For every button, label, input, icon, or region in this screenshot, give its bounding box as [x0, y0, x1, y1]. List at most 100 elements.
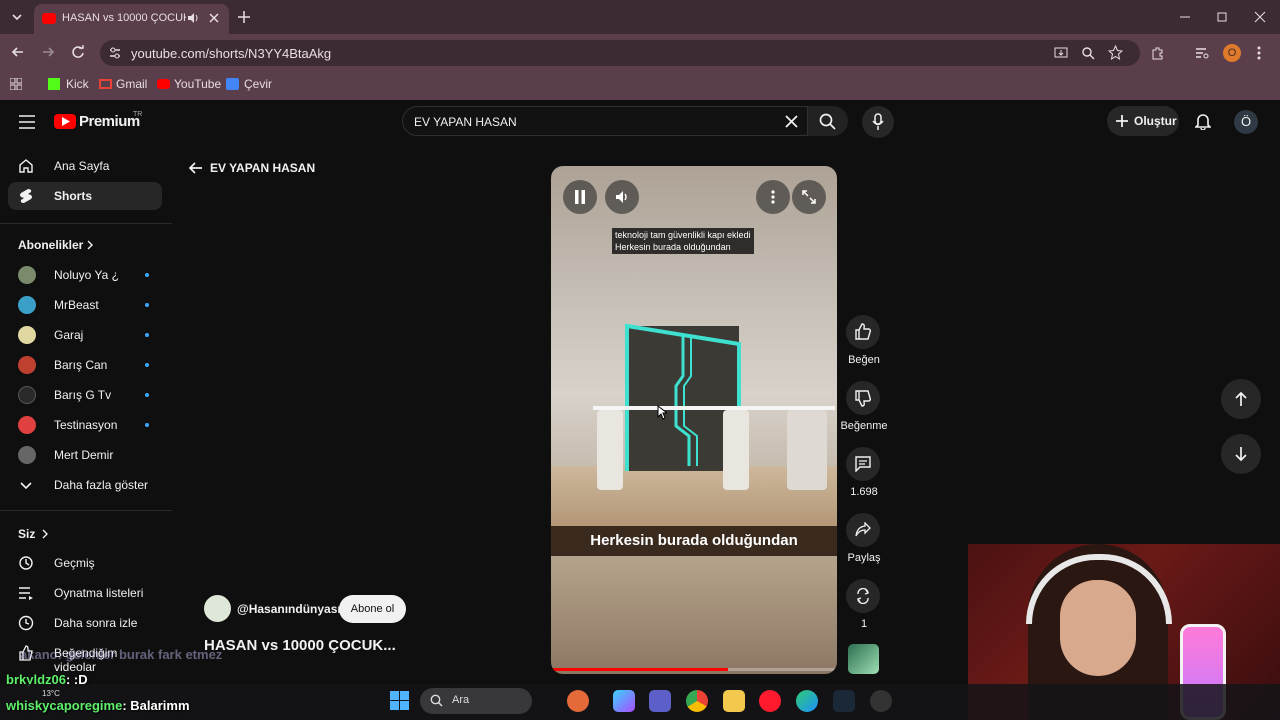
video-subtitle: Herkesin burada olduğundan: [590, 532, 798, 549]
voice-search-button[interactable]: [862, 106, 894, 138]
sidebar-item-label: Mert Demir: [54, 448, 114, 462]
search-box[interactable]: EV YAPAN HASAN: [402, 106, 808, 136]
pause-button[interactable]: [563, 180, 597, 214]
sidebar-item-shorts[interactable]: Shorts: [8, 182, 162, 210]
video-title: HASAN vs 10000 ÇOCUK...: [204, 637, 396, 654]
window-restore-button[interactable]: [1215, 10, 1229, 24]
taskbar-app-icon[interactable]: [870, 690, 892, 712]
create-button[interactable]: Oluştur: [1107, 106, 1179, 136]
sidebar-item-subscription[interactable]: Barış Can: [8, 351, 162, 379]
sidebar-item-history[interactable]: Geçmiş: [8, 549, 162, 577]
chrome-menu-icon[interactable]: [1256, 45, 1262, 61]
site-info-icon[interactable]: [108, 46, 122, 60]
zoom-icon[interactable]: [1081, 46, 1095, 60]
taskbar-app-icon[interactable]: [613, 690, 635, 712]
gmail-logo-icon: [99, 79, 112, 89]
opera-icon[interactable]: [759, 690, 781, 712]
sidebar-item-subscription[interactable]: Garaj: [8, 321, 162, 349]
video-caption-top: teknoloji tam güvenlikli kapı ekledi Her…: [612, 228, 754, 254]
taskbar-app-icon[interactable]: [567, 690, 589, 712]
video-subtitle-bar: Herkesin burada olduğundan: [551, 526, 837, 556]
bookmark-star-icon[interactable]: [1108, 45, 1123, 60]
clear-search-icon[interactable]: [785, 115, 798, 128]
edge-icon[interactable]: [796, 690, 818, 712]
kick-logo-icon: [48, 78, 60, 90]
tab-audio-icon[interactable]: [186, 11, 200, 25]
chrome-icon[interactable]: [686, 690, 708, 712]
dislike-button[interactable]: [846, 381, 880, 415]
weather-widget[interactable]: 13°C: [42, 689, 60, 698]
channel-name[interactable]: @Hasanındünyası: [237, 602, 341, 616]
active-tab[interactable]: HASAN vs 10000 ÇOCUK...: [34, 4, 229, 34]
chat-user: whiskycaporegime: [6, 698, 123, 713]
file-explorer-icon[interactable]: [723, 690, 745, 712]
forward-button[interactable]: [40, 44, 56, 60]
chevron-right-icon: [87, 240, 93, 250]
shorts-icon: [20, 189, 32, 203]
next-short-button[interactable]: [1221, 434, 1261, 474]
address-bar[interactable]: youtube.com/shorts/N3YY4BtaAkg: [100, 40, 1140, 66]
comment-icon: [855, 456, 871, 472]
create-label: Oluştur: [1134, 114, 1177, 128]
video-progress-track[interactable]: [551, 668, 837, 671]
teams-icon[interactable]: [649, 690, 671, 712]
new-content-dot: [145, 303, 149, 307]
sidebar-item-subscription[interactable]: Barış G Tv: [8, 381, 162, 409]
like-button[interactable]: [846, 315, 880, 349]
sound-thumbnail[interactable]: [848, 644, 879, 674]
taskbar-search[interactable]: Ara: [420, 688, 532, 714]
sidebar-item-subscription[interactable]: MrBeast: [8, 291, 162, 319]
back-button[interactable]: [10, 44, 26, 60]
sidebar-item-playlists[interactable]: Oynatma listeleri: [8, 579, 162, 607]
apps-grid-icon[interactable]: [10, 78, 22, 90]
subscriptions-heading[interactable]: Abonelikler: [18, 238, 93, 252]
windows-logo-icon: [390, 691, 409, 710]
subscribe-button[interactable]: Abone ol: [339, 595, 406, 623]
search-button[interactable]: [808, 106, 848, 136]
sidebar-item-home[interactable]: Ana Sayfa: [8, 152, 162, 180]
start-button[interactable]: [390, 691, 409, 710]
previous-short-button[interactable]: [1221, 379, 1261, 419]
comments-button[interactable]: [846, 447, 880, 481]
windows-taskbar: [0, 684, 1280, 720]
channel-avatar: [18, 296, 36, 314]
sidebar-item-label: Garaj: [54, 328, 84, 342]
reload-button[interactable]: [70, 44, 86, 60]
sidebar-item-label: Testinasyon: [54, 418, 118, 432]
sidebar-item-label: Barış Can: [54, 358, 108, 372]
share-button[interactable]: [846, 513, 880, 547]
sidebar-item-subscription[interactable]: Noluyo Ya ¿: [8, 261, 162, 289]
sidebar-item-watch-later[interactable]: Daha sonra izle: [8, 609, 162, 637]
steam-icon[interactable]: [833, 690, 855, 712]
you-heading[interactable]: Siz: [18, 527, 48, 541]
shorts-video-player[interactable]: teknoloji tam güvenlikli kapı ekledi Her…: [551, 166, 837, 674]
install-app-icon[interactable]: [1054, 46, 1068, 60]
account-avatar[interactable]: Ö: [1234, 110, 1258, 134]
window-close-button[interactable]: [1253, 10, 1267, 24]
extensions-icon[interactable]: [1150, 45, 1166, 61]
tab-close-icon[interactable]: [208, 12, 220, 24]
more-options-button[interactable]: [756, 180, 790, 214]
new-content-dot: [145, 273, 149, 277]
media-control-icon[interactable]: [1194, 45, 1210, 61]
arrow-right-icon: [43, 47, 55, 57]
channel-avatar[interactable]: [204, 595, 231, 622]
hamburger-icon: [19, 115, 35, 129]
channel-avatar: [18, 326, 36, 344]
reload-icon: [72, 45, 84, 58]
sidebar-item-subscription[interactable]: Mert Demir: [8, 441, 162, 469]
new-tab-button[interactable]: [236, 9, 252, 25]
volume-button[interactable]: [605, 180, 639, 214]
show-more-button[interactable]: Daha fazla göster: [8, 471, 162, 499]
subscriptions-label: Abonelikler: [18, 238, 84, 252]
window-minimize-button[interactable]: [1178, 10, 1192, 24]
plus-icon: [1116, 115, 1128, 127]
search-input[interactable]: EV YAPAN HASAN: [414, 115, 517, 129]
profile-avatar[interactable]: O: [1223, 44, 1241, 62]
tab-list-button[interactable]: [8, 9, 26, 25]
guide-menu-button[interactable]: [19, 115, 35, 129]
remix-button[interactable]: [846, 579, 880, 613]
fullscreen-button[interactable]: [792, 180, 826, 214]
sidebar-item-subscription[interactable]: Testinasyon: [8, 411, 162, 439]
notifications-button[interactable]: [1195, 113, 1211, 130]
